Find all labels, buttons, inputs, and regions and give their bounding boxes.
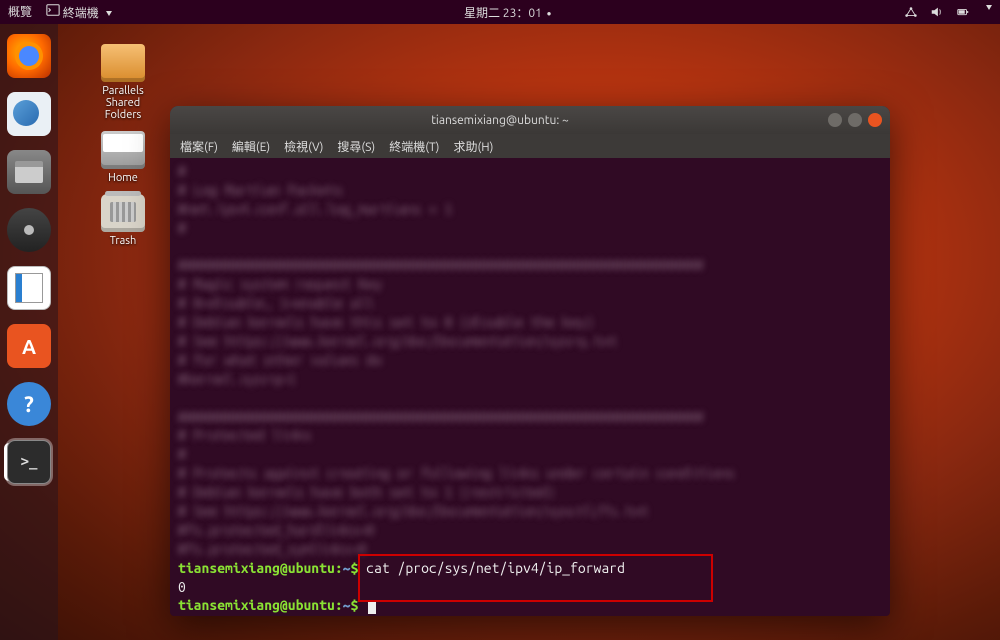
terminal-output[interactable]: ## Log Martian Packets#net.ipv4.conf.all… (170, 158, 890, 616)
clock-text: 星期二 23：01 (464, 7, 542, 20)
rhythmbox-launcher[interactable] (7, 208, 51, 252)
terminal-menubar: 檔案(F) 編輯(E) 檢視(V) 搜尋(S) 終端機(T) 求助(H) (170, 134, 890, 158)
volume-icon (930, 5, 944, 19)
close-button[interactable] (868, 113, 882, 127)
drive-icon (101, 131, 145, 169)
prompt-user: tiansemixiang@ubuntu (178, 560, 335, 576)
maximize-button[interactable] (848, 113, 862, 127)
clock[interactable]: 星期二 23：01 ● (112, 4, 904, 21)
menu-search[interactable]: 搜尋(S) (337, 138, 375, 155)
window-titlebar[interactable]: tiansemixiang@ubuntu: ~ (170, 106, 890, 134)
scrollback-blurred: ## Log Martian Packets#net.ipv4.conf.all… (178, 162, 882, 559)
prompt-sep: : (335, 560, 343, 576)
minimize-button[interactable] (828, 113, 842, 127)
desktop-icon-home[interactable]: Home (88, 131, 158, 184)
folder-icon (101, 44, 145, 82)
prompt-user: tiansemixiang@ubuntu (178, 597, 335, 613)
menu-view[interactable]: 檢視(V) (284, 138, 323, 155)
battery-icon (956, 5, 970, 19)
chevron-down-icon (986, 5, 992, 10)
terminal-icon (46, 3, 60, 17)
icon-label: Home (108, 172, 138, 184)
prompt-sep: : (335, 597, 343, 613)
menu-help[interactable]: 求助(H) (453, 138, 493, 155)
dock (0, 24, 58, 640)
menu-terminal[interactable]: 終端機(T) (389, 138, 439, 155)
desktop-icons: Parallels Shared Folders Home Trash (88, 44, 158, 247)
icon-label: Trash (110, 235, 137, 247)
system-tray[interactable] (904, 5, 992, 19)
activities-button[interactable]: 概覽 (8, 3, 32, 21)
icon-label: Parallels Shared Folders (102, 85, 143, 121)
window-title: tiansemixiang@ubuntu: ~ (178, 114, 822, 127)
terminal-launcher[interactable] (7, 440, 51, 484)
terminal-window: tiansemixiang@ubuntu: ~ 檔案(F) 編輯(E) 檢視(V… (170, 106, 890, 616)
app-menu[interactable]: 終端機 (46, 3, 112, 21)
ubuntu-software-launcher[interactable] (7, 324, 51, 368)
clock-dot: ● (547, 9, 552, 18)
desktop-icon-parallels[interactable]: Parallels Shared Folders (88, 44, 158, 121)
highlight-box (358, 554, 713, 602)
files-launcher[interactable] (7, 150, 51, 194)
desktop-icon-trash[interactable]: Trash (88, 194, 158, 247)
network-icon (904, 5, 918, 19)
firefox-launcher[interactable] (7, 34, 51, 78)
prompt-path: ~ (343, 597, 351, 613)
app-menu-label: 終端機 (63, 7, 99, 20)
prompt-path: ~ (343, 560, 351, 576)
help-launcher[interactable] (7, 382, 51, 426)
menu-edit[interactable]: 編輯(E) (232, 138, 270, 155)
thunderbird-launcher[interactable] (7, 92, 51, 136)
menu-file[interactable]: 檔案(F) (180, 138, 218, 155)
libreoffice-writer-launcher[interactable] (7, 266, 51, 310)
top-panel: 概覽 終端機 星期二 23：01 ● (0, 0, 1000, 24)
trash-icon (101, 194, 145, 232)
